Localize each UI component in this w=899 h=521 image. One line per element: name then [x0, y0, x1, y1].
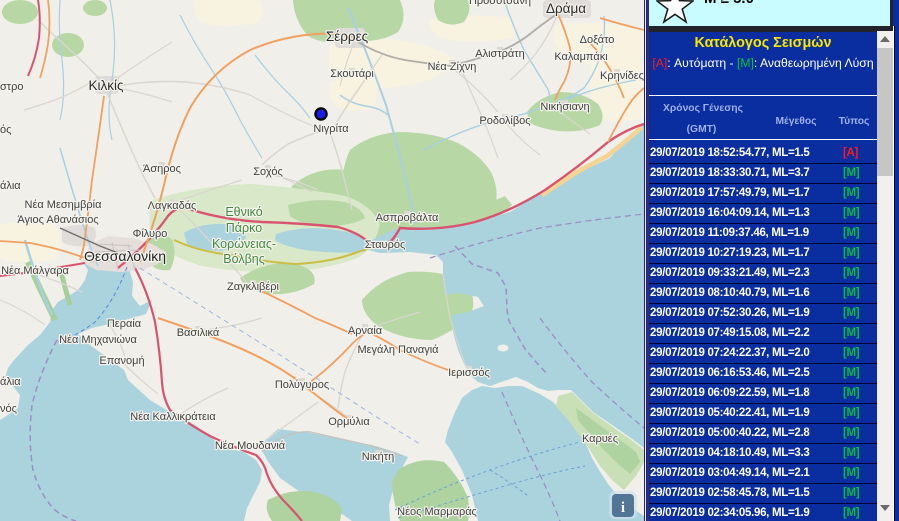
svg-text:Νέα Μεσημβρία: Νέα Μεσημβρία: [25, 199, 103, 211]
svg-text:Επανομή: Επανομή: [99, 355, 144, 367]
svg-text:Δράμα: Δράμα: [546, 1, 586, 16]
svg-text:Σοχός: Σοχός: [253, 166, 283, 178]
svg-text:Νικήσιανη: Νικήσιανη: [540, 101, 589, 113]
svg-text:Αλιστράτη: Αλιστράτη: [475, 48, 525, 60]
svg-text:Αρναία: Αρναία: [348, 325, 383, 337]
svg-text:Σταυρός: Σταυρός: [365, 239, 406, 251]
svg-text:ός: ός: [0, 124, 11, 136]
svg-text:Κορώνειας-: Κορώνειας-: [212, 237, 276, 251]
svg-text:Ζαγκλιβέρι: Ζαγκλιβέρι: [227, 281, 280, 293]
svg-text:Εθνικό: Εθνικό: [225, 205, 262, 219]
svg-text:Καρυές: Καρυές: [582, 433, 618, 445]
svg-text:Ιερισσός: Ιερισσός: [448, 367, 490, 379]
svg-text:Ροδολίβος: Ροδολίβος: [479, 115, 530, 127]
svg-text:Καλαμπάκι: Καλαμπάκι: [554, 51, 608, 63]
svg-text:Σκουτάρι: Σκουτάρι: [330, 68, 374, 80]
svg-text:Κιλκίς: Κιλκίς: [88, 78, 124, 93]
svg-text:Νικήτη: Νικήτη: [362, 451, 394, 463]
svg-text:Ορμύλια: Ορμύλια: [328, 416, 370, 428]
svg-text:Ασπροβάλτα: Ασπροβάλτα: [376, 212, 439, 224]
svg-text:Νέα Ζίχνη: Νέα Ζίχνη: [428, 61, 477, 73]
svg-text:Νιγρίτα: Νιγρίτα: [313, 123, 349, 135]
svg-text:Άγιος Αθανάσιος: Άγιος Αθανάσιος: [17, 214, 98, 226]
svg-text:Νέα Μηχανιώνα: Νέα Μηχανιώνα: [59, 334, 137, 346]
svg-text:άλια: άλια: [0, 180, 21, 192]
svg-text:Νέα Καλλικράτεια: Νέα Καλλικράτεια: [130, 411, 216, 423]
svg-text:Βόλβης: Βόλβης: [223, 252, 264, 266]
svg-text:Σέρρες: Σέρρες: [326, 29, 369, 44]
svg-text:στρο: στρο: [0, 81, 24, 93]
svg-text:Νέα Μουδανιά: Νέα Μουδανιά: [215, 440, 286, 452]
svg-text:Πάρκο: Πάρκο: [226, 221, 262, 235]
svg-text:Νέος Μαρμαράς: Νέος Μαρμαράς: [397, 506, 477, 518]
svg-text:Δοξάτο: Δοξάτο: [580, 34, 615, 46]
svg-text:άλια: άλια: [0, 376, 21, 388]
svg-text:Βασιλικά: Βασιλικά: [177, 327, 220, 339]
svg-text:i: i: [621, 500, 625, 516]
svg-text:Προσοτσάνη: Προσοτσάνη: [469, 0, 531, 7]
svg-text:Πολύγυρος: Πολύγυρος: [275, 379, 329, 391]
svg-text:Περαία: Περαία: [107, 318, 142, 330]
svg-text:Θεσσαλονίκη: Θεσσαλονίκη: [84, 248, 166, 264]
svg-text:νός: νός: [0, 403, 17, 415]
svg-text:Νέα Μάλγαρα: Νέα Μάλγαρα: [1, 265, 69, 277]
svg-text:Λαγκαδάς: Λαγκαδάς: [148, 200, 197, 212]
svg-text:Μεγάλη Παναγιά: Μεγάλη Παναγιά: [357, 344, 439, 356]
svg-text:Φίλυρο: Φίλυρο: [133, 228, 168, 240]
svg-text:Άσηρος: Άσηρος: [143, 163, 181, 175]
svg-text:Κρηνίδες: Κρηνίδες: [600, 70, 644, 82]
